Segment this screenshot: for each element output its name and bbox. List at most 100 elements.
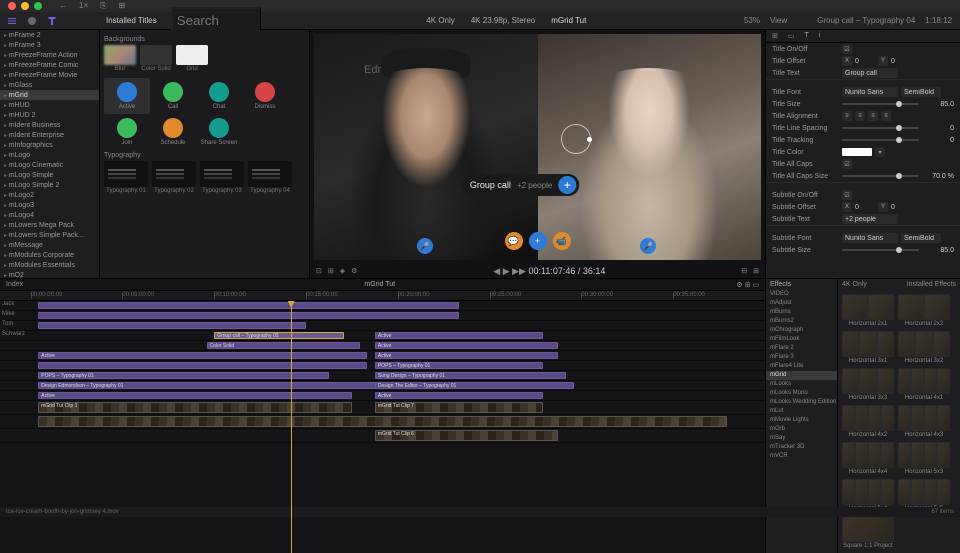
sidebar-item[interactable]: mFreezeFrame Movie — [0, 70, 99, 80]
sidebar-item[interactable]: mInfographics — [0, 140, 99, 150]
sidebar-item[interactable]: mModules Essentials — [0, 260, 99, 270]
timeline-clip[interactable] — [38, 302, 459, 309]
sidebar-item[interactable]: mO2 — [0, 270, 99, 278]
plus-icon[interactable]: + — [529, 232, 547, 250]
primary-clip[interactable]: mGrid Tut Clip 6 — [375, 430, 559, 441]
effects-category-item[interactable]: mGrid — [766, 371, 837, 380]
track[interactable]: ActiveActive — [0, 391, 765, 401]
sidebar-item[interactable]: mFreezeFrame Comic — [0, 60, 99, 70]
slider[interactable] — [842, 103, 919, 105]
add-icon[interactable]: + — [558, 176, 576, 194]
timeline-clip[interactable]: Active — [38, 352, 367, 359]
toggle[interactable]: ☑ — [842, 159, 852, 169]
y-field[interactable]: Y — [878, 56, 888, 66]
x-field[interactable]: X — [842, 56, 852, 66]
sidebar-item[interactable]: mFrame 2 — [0, 30, 99, 40]
inspector-tab-info[interactable]: i — [819, 32, 821, 40]
sidebar-item[interactable]: mLogo Simple 2 — [0, 180, 99, 190]
primary-track[interactable] — [0, 415, 765, 429]
sidebar-item[interactable]: mGrid — [0, 90, 99, 100]
x-field[interactable]: X — [842, 202, 852, 212]
sidebar-item[interactable]: mLogo Cinematic — [0, 160, 99, 170]
align-left-icon[interactable]: ≡ — [842, 111, 852, 121]
effect-thumb[interactable]: Horizontal 3x1 — [842, 331, 894, 364]
zoom-icon[interactable] — [34, 2, 42, 10]
timeline-ruler[interactable]: 00:00:00:0000:05:00:0000:10:00:0000:15:0… — [0, 291, 765, 301]
timeline-clip[interactable]: Design Edmondson – Typography 01 — [38, 382, 382, 389]
track[interactable]: POPS – Typography 01 — [0, 361, 765, 371]
effects-category-item[interactable]: mFlare4 Lite — [766, 362, 837, 371]
toggle[interactable]: ☑ — [842, 190, 852, 200]
preset-item[interactable]: Schedule — [150, 114, 196, 150]
timeline-clip[interactable]: Active — [375, 352, 559, 359]
typography-thumb[interactable]: Typography 02 — [152, 161, 196, 194]
sidebar-item[interactable]: mFreezeFrame Action — [0, 50, 99, 60]
effect-thumb[interactable]: Horizontal 4x4 — [842, 442, 894, 475]
inspector-tab-generator[interactable]: ▭ — [788, 32, 795, 40]
sidebar-item[interactable]: mLogo2 — [0, 190, 99, 200]
effects-category-item[interactable]: mLut — [766, 407, 837, 416]
slider[interactable] — [842, 249, 919, 251]
effects-category-item[interactable]: mOrb — [766, 425, 837, 434]
viewer-canvas[interactable]: Edmondson 🎤 🎤 Group call +2 people + 💬 — [314, 34, 761, 260]
preset-item[interactable]: Chat — [196, 78, 242, 114]
effects-category-item[interactable]: mMovie Lights — [766, 416, 837, 425]
distort-tool-icon[interactable]: ◈ — [340, 267, 345, 275]
track[interactable]: Color Solid Active — [0, 341, 765, 351]
effects-category-item[interactable]: mChrograph — [766, 326, 837, 335]
zoom-level[interactable]: 53% — [744, 16, 760, 25]
minimize-icon[interactable] — [21, 2, 29, 10]
track[interactable]: Tom — [0, 321, 765, 331]
primary-clip[interactable] — [38, 416, 727, 427]
slider[interactable] — [842, 127, 919, 129]
sidebar-item[interactable]: mIdent Enterprise — [0, 130, 99, 140]
timeline-clip[interactable]: Group call – Typography 03 — [214, 332, 344, 339]
sidebar-item[interactable]: mGlass — [0, 80, 99, 90]
nav-library-button[interactable]: ⎘ — [97, 0, 109, 12]
nav-speed-button[interactable]: 1× — [76, 0, 91, 12]
align-right-icon[interactable]: ≡ — [868, 111, 878, 121]
effect-thumb[interactable]: Horizontal 2x2 — [898, 294, 950, 327]
chat-icon[interactable]: 💬 — [505, 232, 523, 250]
text-field[interactable] — [842, 214, 898, 224]
effects-category-item[interactable]: mAdjust — [766, 299, 837, 308]
preset-item[interactable]: Active — [104, 78, 150, 114]
playhead[interactable] — [291, 301, 292, 553]
timeline-clip[interactable]: Design The Editor – Typography 01 — [375, 382, 574, 389]
timeline-clip[interactable]: Active — [375, 342, 559, 349]
font-select[interactable] — [842, 87, 898, 97]
effects-category-item[interactable]: mVCR — [766, 452, 837, 461]
chevron-down-icon[interactable]: ▾ — [875, 147, 885, 157]
video-icon[interactable]: 📹 — [553, 232, 571, 250]
align-justify-icon[interactable]: ≡ — [881, 111, 891, 121]
slider[interactable] — [842, 139, 919, 141]
nav-layout-button[interactable]: ⊞ — [116, 0, 129, 12]
sidebar-item[interactable]: mLowers Simple Pack... — [0, 230, 99, 240]
inspector-tab-text[interactable]: T — [805, 32, 809, 40]
sidebar-item[interactable]: mLowers Mega Pack — [0, 220, 99, 230]
close-icon[interactable] — [8, 2, 16, 10]
toggle[interactable]: ☑ — [842, 44, 852, 54]
sidebar-item[interactable]: mHUD 2 — [0, 110, 99, 120]
timeline-clip[interactable] — [38, 322, 306, 329]
timeline-clip[interactable]: Color Solid — [207, 342, 360, 349]
sidebar-item[interactable]: mMessage — [0, 240, 99, 250]
effect-thumb[interactable]: Horizontal 3x2 — [898, 331, 950, 364]
bg-thumb[interactable]: Grid — [176, 45, 208, 72]
text-field[interactable] — [842, 68, 898, 78]
effect-thumb[interactable]: Horizontal 5x3 — [898, 442, 950, 475]
sidebar-item[interactable]: mLogo Simple — [0, 170, 99, 180]
timeline-clip[interactable]: Active — [375, 332, 543, 339]
timeline-clip[interactable] — [38, 312, 459, 319]
effect-thumb[interactable]: Horizontal 3x3 — [842, 368, 894, 401]
effects-category-item[interactable]: mLooks Wedding Edition — [766, 398, 837, 407]
typography-thumb[interactable]: Typography 03 — [200, 161, 244, 194]
sidebar-item[interactable]: mFrame 3 — [0, 40, 99, 50]
timeline-clip[interactable]: Song Design – Typography 01 — [375, 372, 566, 379]
color-well[interactable] — [842, 148, 872, 156]
enhance-tool-icon[interactable]: ⚙ — [351, 267, 357, 275]
effects-category-item[interactable]: VIDEO — [766, 290, 837, 299]
timeline-clip[interactable]: POPS – Typography 01 — [375, 362, 543, 369]
effects-category-item[interactable]: mFlare 2 — [766, 344, 837, 353]
font-select[interactable] — [842, 233, 898, 243]
